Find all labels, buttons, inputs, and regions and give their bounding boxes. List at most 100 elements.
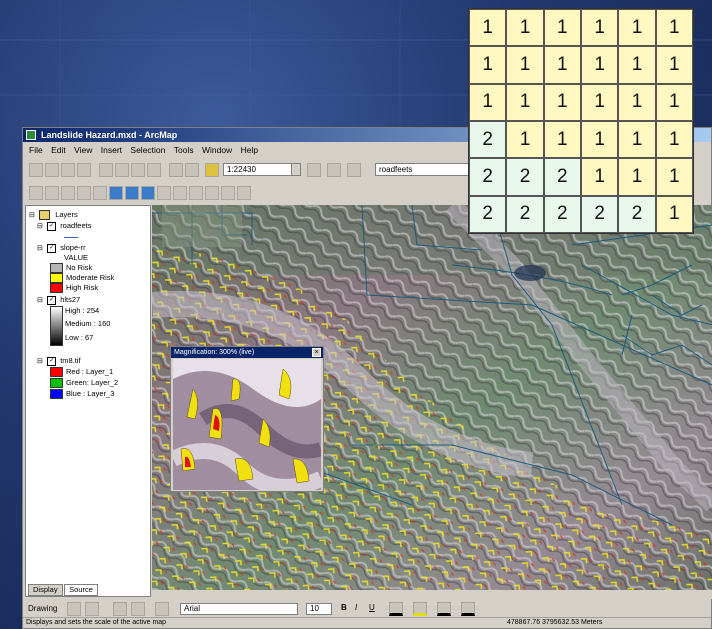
stretch-legend: High : 254 Medium : 160 Low : 67 <box>32 306 142 346</box>
menu-edit[interactable]: Edit <box>51 145 66 155</box>
grid-cell: 1 <box>655 158 693 196</box>
grid-cell: 1 <box>506 46 544 84</box>
back-extent-icon[interactable] <box>125 186 139 200</box>
font-color-icon[interactable] <box>389 602 403 616</box>
arcmap-app-icon <box>26 130 36 140</box>
menu-view[interactable]: View <box>74 145 92 155</box>
raster-cell-grid: 111111111111111111211111222111222221 <box>468 8 694 234</box>
stretch-ramp <box>50 306 63 346</box>
cut-icon[interactable] <box>99 163 113 177</box>
grid-cell: 1 <box>580 158 619 196</box>
save-icon[interactable] <box>61 163 75 177</box>
zoom-in-icon[interactable] <box>29 186 43 200</box>
menu-insert[interactable]: Insert <box>101 145 122 155</box>
collapse-icon[interactable]: ⊟ <box>37 244 45 254</box>
editor-toolbar-icon[interactable] <box>307 163 321 177</box>
legend-class-moderate-risk: Moderate Risk <box>50 273 114 284</box>
undo-icon[interactable] <box>169 163 183 177</box>
new-text-icon[interactable] <box>131 602 145 616</box>
drawing-toolbar: Drawing Arial 10 B I U <box>23 601 711 617</box>
full-extent-icon[interactable] <box>109 186 123 200</box>
new-document-icon[interactable] <box>29 163 43 177</box>
copy-icon[interactable] <box>115 163 129 177</box>
menu-selection[interactable]: Selection <box>130 145 165 155</box>
menu-help[interactable]: Help <box>241 145 258 155</box>
line-color-icon[interactable] <box>437 602 451 616</box>
font-size-select[interactable]: 10 <box>306 603 332 615</box>
toc-layer-roadfeets[interactable]: ⊟ ✓ roadfeets <box>37 221 91 231</box>
select-elements-icon[interactable] <box>173 186 187 200</box>
legend-class-no-risk: No Risk <box>50 263 92 274</box>
underline-button[interactable]: U <box>369 603 375 612</box>
identify-icon[interactable] <box>189 186 203 200</box>
grid-cell: 1 <box>543 83 581 121</box>
pan-icon[interactable] <box>93 186 107 200</box>
grid-cell: 1 <box>506 83 544 121</box>
close-icon[interactable]: × <box>312 348 321 357</box>
paste-icon[interactable] <box>131 163 145 177</box>
collapse-icon[interactable]: ⊟ <box>29 211 37 221</box>
legend-class-high-risk: High Risk <box>50 283 98 294</box>
rectangle-icon[interactable] <box>113 602 127 616</box>
select-elements-pointer-icon[interactable] <box>67 602 81 616</box>
grid-cell: 1 <box>618 46 656 84</box>
grid-cell: 1 <box>655 195 693 233</box>
layer-visibility-checkbox[interactable]: ✓ <box>47 243 57 253</box>
drawing-menu[interactable]: Drawing <box>28 604 57 613</box>
italic-button[interactable]: I <box>355 603 357 612</box>
measure-icon[interactable] <box>221 186 235 200</box>
toc-layer-slope[interactable]: ⊟ ✓ slope-rr <box>37 243 86 253</box>
legend-swatch <box>50 378 63 389</box>
layer-name: tm8.tif <box>60 356 81 365</box>
arctoolbox-icon[interactable] <box>327 163 341 177</box>
legend-heading: VALUE <box>64 253 89 262</box>
map-scale-input[interactable]: 1:22430 <box>223 163 301 176</box>
menu-file[interactable]: File <box>29 145 43 155</box>
scale-dropdown-icon[interactable] <box>291 163 301 176</box>
find-icon[interactable] <box>205 186 219 200</box>
layer-name: roadfeets <box>60 221 92 230</box>
grid-cell: 1 <box>506 120 544 159</box>
grid-cell: 1 <box>618 158 656 196</box>
layer-visibility-checkbox[interactable]: ✓ <box>47 295 57 305</box>
status-message: Displays and sets the scale of the activ… <box>26 619 167 626</box>
toc-layer-hillshade[interactable]: ⊟ ✓ hlts27 <box>37 295 80 305</box>
redo-icon[interactable] <box>185 163 199 177</box>
stretch-low-label: Low : 67 <box>65 333 94 342</box>
collapse-icon[interactable]: ⊟ <box>37 222 45 232</box>
window-title: Landslide Hazard.mxd - ArcMap <box>41 130 178 140</box>
fixed-zoom-out-icon[interactable] <box>77 186 91 200</box>
zoom-out-icon[interactable] <box>45 186 59 200</box>
layer-visibility-checkbox[interactable]: ✓ <box>47 356 57 366</box>
toc-root[interactable]: ⊟ Layers <box>29 210 78 221</box>
rotate-icon[interactable] <box>85 602 99 616</box>
grid-cell: 1 <box>580 9 619 47</box>
callout-icon[interactable] <box>155 602 169 616</box>
fixed-zoom-in-icon[interactable] <box>61 186 75 200</box>
map-horizontal-scrollbar[interactable] <box>152 590 712 599</box>
select-features-icon[interactable] <box>157 186 171 200</box>
open-folder-icon[interactable] <box>45 163 59 177</box>
add-data-icon[interactable] <box>205 163 219 177</box>
layer-visibility-checkbox[interactable]: ✓ <box>47 221 57 231</box>
print-icon[interactable] <box>77 163 91 177</box>
target-layer-input[interactable]: roadfeets <box>375 163 471 176</box>
bold-button[interactable]: B <box>341 603 347 612</box>
delete-icon[interactable] <box>147 163 161 177</box>
whats-this-help-icon[interactable] <box>347 163 361 177</box>
forward-extent-icon[interactable] <box>141 186 155 200</box>
collapse-icon[interactable]: ⊟ <box>37 296 45 306</box>
hyperlink-icon[interactable] <box>237 186 251 200</box>
grid-cell: 2 <box>543 195 581 233</box>
menu-window[interactable]: Window <box>202 145 232 155</box>
grid-cell: 1 <box>469 9 507 47</box>
collapse-icon[interactable]: ⊟ <box>37 357 45 367</box>
font-select[interactable]: Arial <box>180 603 298 615</box>
tab-display[interactable]: Display <box>28 584 63 596</box>
marker-color-icon[interactable] <box>461 602 475 616</box>
magnifier-window[interactable]: Magnification: 300% (live) × <box>170 346 324 492</box>
fill-color-icon[interactable] <box>413 602 427 616</box>
toc-layer-tm[interactable]: ⊟ ✓ tm8.tif <box>37 356 81 366</box>
tab-source[interactable]: Source <box>64 584 98 596</box>
menu-tools[interactable]: Tools <box>174 145 194 155</box>
